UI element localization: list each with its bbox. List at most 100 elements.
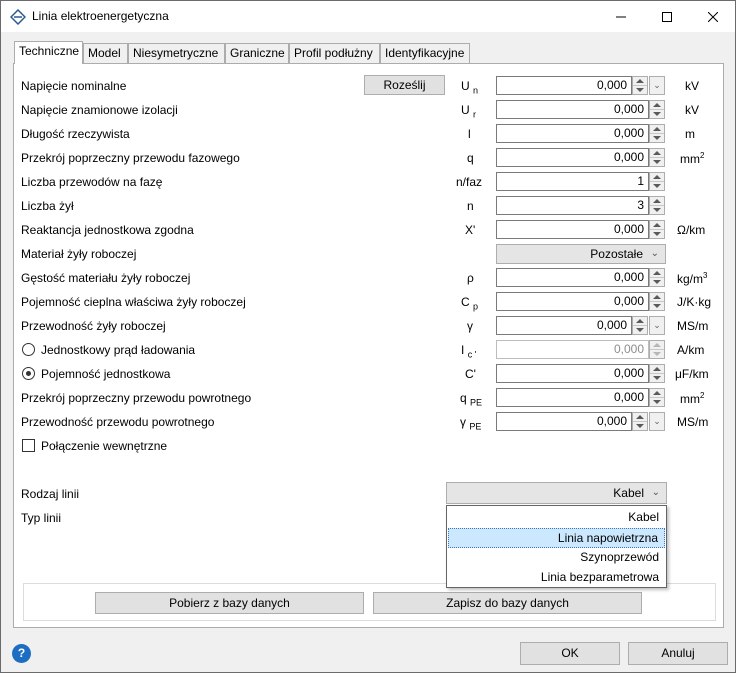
- liczba-przewodow-spinner[interactable]: [649, 172, 665, 191]
- label-gestosc: Gęstość materiału żyły roboczej: [21, 271, 191, 285]
- ok-button[interactable]: OK: [520, 642, 620, 665]
- label-przewodnosc: Przewodność żyły roboczej: [21, 319, 166, 333]
- tab-graniczne[interactable]: Graniczne: [225, 43, 289, 63]
- prad-ladowania-input[interactable]: 0,000: [496, 340, 649, 359]
- symbol-gamma: γ: [467, 319, 473, 333]
- close-button[interactable]: [690, 1, 736, 32]
- liczba-zyl-input[interactable]: 3: [496, 196, 649, 215]
- unit-kv: kV: [685, 79, 700, 93]
- napiecie-nominalne-dropdown[interactable]: ⌄: [649, 76, 665, 95]
- label-napiecie-izolacji: Napięcie znamionowe izolacji: [21, 103, 178, 117]
- symbol-c-prime: C': [465, 367, 476, 381]
- minimize-icon: [616, 16, 626, 17]
- symbol-n-faz: n/faz: [456, 175, 483, 189]
- pojemnosc-cieplna-input[interactable]: 0,000: [496, 292, 649, 311]
- option-szynoprzewod[interactable]: Szynoprzewód: [448, 548, 665, 568]
- przewodnosc-dropdown[interactable]: ⌄: [649, 316, 665, 335]
- minimize-button[interactable]: [598, 1, 644, 32]
- reaktancja-spinner[interactable]: [649, 220, 665, 239]
- unit-j-kkg: J/K·kg: [677, 295, 712, 309]
- napiecie-nominalne-input[interactable]: 0,000: [496, 76, 632, 95]
- liczba-zyl-spinner[interactable]: [649, 196, 665, 215]
- radio-prad-ladowania[interactable]: [22, 343, 35, 356]
- przekroj-powrotny-spinner[interactable]: [649, 388, 665, 407]
- przewodnosc-spinner[interactable]: [632, 316, 648, 335]
- label-liczba-zyl: Liczba żył: [21, 199, 74, 213]
- przekroj-powrotny-input[interactable]: 0,000: [496, 388, 649, 407]
- option-linia-bezparametrowa[interactable]: Linia bezparametrowa: [448, 568, 665, 588]
- napiecie-nominalne-spinner[interactable]: [632, 76, 648, 95]
- chevron-down-icon: ⌄: [653, 80, 661, 90]
- symbol-l: l: [468, 127, 471, 141]
- polaczenie-checkbox[interactable]: [22, 439, 35, 452]
- label-pojemnosc: Pojemność jednostkowa: [41, 367, 171, 381]
- unit-uf-km: μF/km: [675, 367, 709, 381]
- chevron-down-icon: ⌄: [653, 320, 661, 330]
- rozeslij-button[interactable]: Roześlij: [364, 75, 445, 95]
- label-polaczenie: Połączenie wewnętrzne: [41, 439, 168, 453]
- przewodnosc-powrotna-dropdown[interactable]: ⌄: [649, 412, 665, 431]
- symbol-cp: C p: [461, 295, 479, 312]
- tab-model[interactable]: Model: [83, 43, 128, 63]
- dialog-window: Linia elektroenergetyczna Techniczne Mod…: [0, 0, 736, 673]
- symbol-rho: ρ: [467, 271, 474, 285]
- liczba-przewodow-input[interactable]: 1: [496, 172, 649, 191]
- unit-mm2: mm2: [680, 391, 705, 406]
- material-select-value: Pozostałe: [590, 247, 643, 261]
- chevron-down-icon: ⌄: [651, 487, 660, 498]
- gestosc-spinner[interactable]: [649, 268, 665, 287]
- unit-ohm-km: Ω/km: [677, 223, 706, 237]
- material-select[interactable]: Pozostałe ⌄: [496, 244, 666, 264]
- przewodnosc-powrotna-spinner[interactable]: [632, 412, 648, 431]
- pojemnosc-cieplna-spinner[interactable]: [649, 292, 665, 311]
- pojemnosc-input[interactable]: 0,000: [496, 364, 649, 383]
- przewodnosc-powrotna-input[interactable]: 0,000: [496, 412, 632, 431]
- symbol-ur: U r: [461, 103, 477, 120]
- tab-techniczne[interactable]: Techniczne: [14, 41, 83, 64]
- symbol-un: U n: [461, 79, 479, 96]
- chevron-down-icon: ⌄: [650, 248, 659, 259]
- option-linia-napowietrzna[interactable]: Linia napowietrzna: [448, 528, 665, 548]
- tab-niesymetryczne[interactable]: Niesymetryczne: [128, 43, 225, 63]
- radio-pojemnosc[interactable]: [22, 367, 35, 380]
- label-pojemnosc-cieplna: Pojemność cieplna właściwa żyły roboczej: [21, 295, 246, 309]
- symbol-ic: I c ': [461, 343, 477, 360]
- label-przekroj-powrotny: Przekrój poprzeczny przewodu powrotnego: [21, 391, 252, 405]
- rodzaj-linii-dropdown-list: Kabel Linia napowietrzna Szynoprzewód Li…: [446, 505, 667, 588]
- unit-kv: kV: [685, 103, 700, 117]
- label-przekroj-fazowy: Przekrój poprzeczny przewodu fazowego: [21, 151, 240, 165]
- maximize-button[interactable]: [644, 1, 690, 32]
- label-typ-linii: Typ linii: [21, 511, 62, 525]
- unit-ms-m: MS/m: [677, 319, 709, 333]
- option-kabel[interactable]: Kabel: [448, 508, 665, 528]
- unit-kg-m3: kg/m3: [677, 271, 708, 286]
- gestosc-input[interactable]: 0,000: [496, 268, 649, 287]
- pojemnosc-spinner[interactable]: [649, 364, 665, 383]
- dlugosc-spinner[interactable]: [649, 124, 665, 143]
- cancel-button[interactable]: Anuluj: [628, 642, 728, 665]
- rodzaj-linii-select[interactable]: Kabel ⌄: [446, 482, 667, 504]
- label-dlugosc: Długość rzeczywista: [21, 127, 130, 141]
- unit-ms-m: MS/m: [677, 415, 709, 429]
- label-material: Materiał żyły roboczej: [21, 247, 137, 261]
- symbol-qpe: q PE: [460, 391, 483, 408]
- reaktancja-input[interactable]: 0,000: [496, 220, 649, 239]
- tab-identyfikacyjne[interactable]: Identyfikacyjne: [380, 43, 470, 63]
- chevron-down-icon: ⌄: [653, 416, 661, 426]
- prad-ladowania-spinner[interactable]: [649, 340, 665, 359]
- title-bar: Linia elektroenergetyczna: [1, 1, 735, 32]
- help-icon[interactable]: ?: [12, 644, 31, 663]
- save-to-database-button[interactable]: Zapisz do bazy danych: [373, 592, 642, 614]
- napiecie-izolacji-input[interactable]: 0,000: [496, 100, 649, 119]
- unit-m: m: [685, 127, 695, 141]
- label-napiecie-nominalne: Napięcie nominalne: [21, 79, 127, 93]
- tab-profil-podluzny[interactable]: Profil podłużny: [289, 43, 380, 63]
- dlugosc-input[interactable]: 0,000: [496, 124, 649, 143]
- przekroj-fazowy-spinner[interactable]: [649, 148, 665, 167]
- przewodnosc-input[interactable]: 0,000: [496, 316, 632, 335]
- napiecie-izolacji-spinner[interactable]: [649, 100, 665, 119]
- fetch-from-database-button[interactable]: Pobierz z bazy danych: [95, 592, 364, 614]
- window-title: Linia elektroenergetyczna: [32, 9, 169, 23]
- label-reaktancja: Reaktancja jednostkowa zgodna: [21, 223, 194, 237]
- przekroj-fazowy-input[interactable]: 0,000: [496, 148, 649, 167]
